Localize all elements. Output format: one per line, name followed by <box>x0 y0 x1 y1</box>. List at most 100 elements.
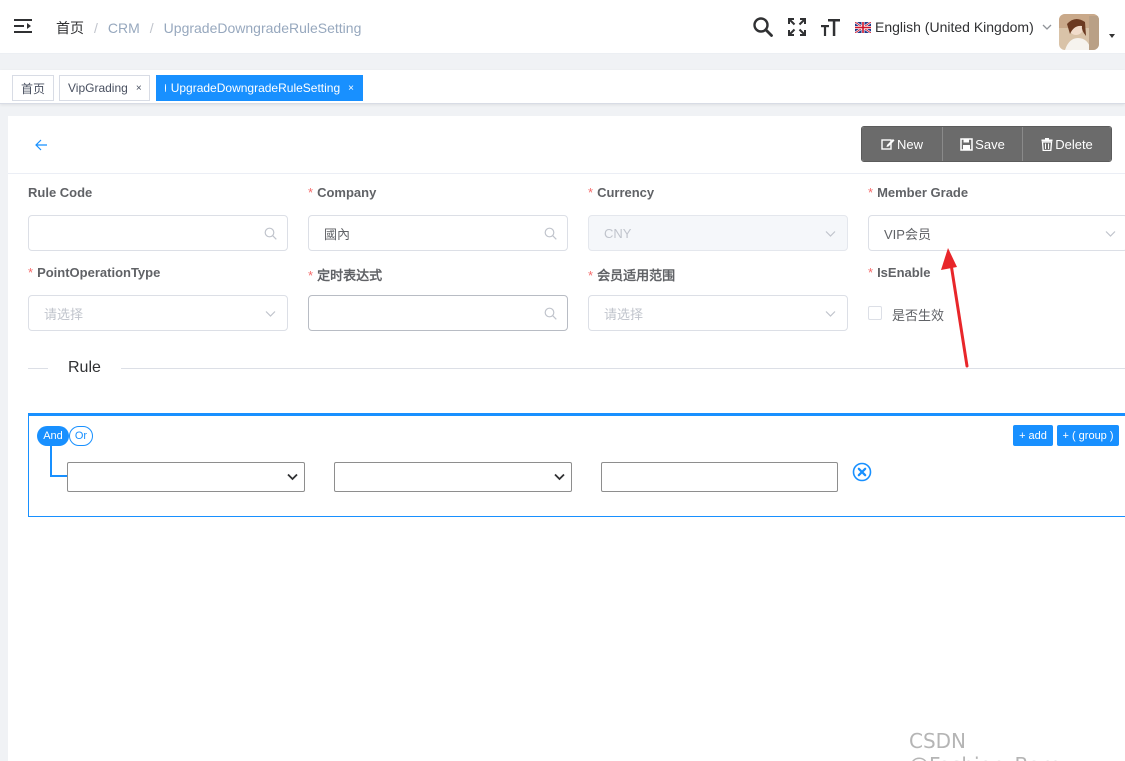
breadcrumb-current: UpgradeDowngradeRuleSetting <box>163 20 362 36</box>
cron-expression-label-text: 定时表达式 <box>317 268 383 283</box>
tag-upgrade-downgrade-rule-setting[interactable]: UpgradeDowngradeRuleSetting × <box>156 75 363 101</box>
point-operation-type-select[interactable]: 请选择 <box>28 295 288 331</box>
tag-home[interactable]: 首页 <box>12 75 54 101</box>
rule-divider-left <box>28 368 48 369</box>
is-enable-checkbox[interactable] <box>868 306 882 320</box>
fullscreen-icon[interactable] <box>786 16 808 38</box>
chevron-down-icon <box>287 473 298 481</box>
rule-setting-card: New Save Delete Rule Code * Company * Cu… <box>8 116 1125 761</box>
cron-expression-label: * 定时表达式 <box>308 265 382 284</box>
save-button-label: Save <box>975 136 1005 152</box>
font-size-icon[interactable] <box>819 16 841 38</box>
hamburger-menu-icon[interactable] <box>14 18 32 34</box>
rule-branch-connector <box>50 446 67 477</box>
avatar-dropdown-caret-icon[interactable] <box>1109 34 1115 38</box>
user-avatar[interactable] <box>1059 14 1099 50</box>
language-label: English (United Kingdom) <box>875 19 1034 35</box>
back-arrow-icon[interactable] <box>34 138 48 152</box>
breadcrumb: 首页 / CRM / UpgradeDowngradeRuleSetting <box>56 18 361 38</box>
breadcrumb-home[interactable]: 首页 <box>56 18 84 38</box>
required-asterisk: * <box>868 185 874 200</box>
tag-label: VipGrading <box>68 81 128 95</box>
language-selector[interactable]: English (United Kingdom) <box>855 19 1052 35</box>
company-input[interactable]: 國內 <box>308 215 568 251</box>
rule-code-input[interactable] <box>28 215 288 251</box>
add-group-button[interactable]: + ( group ) <box>1057 425 1119 446</box>
member-scope-placeholder: 请选择 <box>604 306 644 322</box>
rule-code-label-text: Rule Code <box>28 185 93 200</box>
point-operation-type-label-text: PointOperationType <box>37 265 161 280</box>
active-tag-dot-icon <box>165 84 166 92</box>
or-toggle-button[interactable]: Or <box>69 426 93 446</box>
rule-field-select[interactable] <box>67 462 305 492</box>
currency-label: * Currency <box>588 185 654 200</box>
tag-close-icon[interactable]: × <box>348 83 354 94</box>
member-grade-label: * Member Grade <box>868 185 968 200</box>
required-asterisk: * <box>588 268 594 283</box>
required-asterisk: * <box>868 265 874 280</box>
delete-button[interactable]: Delete <box>1023 127 1111 161</box>
currency-select: CNY <box>588 215 848 251</box>
tag-label: UpgradeDowngradeRuleSetting <box>170 81 341 95</box>
chevron-down-icon <box>265 311 276 317</box>
rule-code-label: Rule Code <box>28 185 92 200</box>
breadcrumb-separator: / <box>149 20 154 36</box>
edit-icon <box>881 139 895 150</box>
new-button-label: New <box>896 136 923 152</box>
chevron-down-icon <box>554 473 565 481</box>
cron-expression-input[interactable] <box>308 295 568 331</box>
save-button[interactable]: Save <box>943 127 1023 161</box>
chevron-down-icon <box>825 231 836 237</box>
toolbar-button-group: New Save Delete <box>861 126 1112 162</box>
breadcrumb-separator: / <box>94 20 98 36</box>
chevron-down-icon <box>825 311 836 317</box>
rule-operator-select[interactable] <box>334 462 572 492</box>
search-icon[interactable] <box>264 227 277 240</box>
required-asterisk: * <box>28 265 34 280</box>
search-icon[interactable] <box>544 227 557 240</box>
new-button[interactable]: New <box>862 127 943 161</box>
breadcrumb-crm[interactable]: CRM <box>108 20 140 36</box>
tag-vipgrading[interactable]: VipGrading × <box>59 75 150 101</box>
watermark-text: CSDN @Fashion_Barry <box>909 729 1068 761</box>
member-scope-label-text: 会员适用范围 <box>597 268 676 283</box>
member-grade-label-text: Member Grade <box>877 185 969 200</box>
point-operation-type-placeholder: 请选择 <box>44 306 84 322</box>
tag-close-icon[interactable]: × <box>136 83 142 94</box>
rule-value-input[interactable] <box>601 462 838 492</box>
is-enable-checkbox-label[interactable]: 是否生效 <box>892 305 944 324</box>
company-label-text: Company <box>317 185 377 200</box>
is-enable-label: * IsEnable <box>868 265 931 280</box>
member-grade-value: VIP会员 <box>884 226 931 242</box>
card-header-divider <box>8 173 1125 174</box>
company-value: 國內 <box>324 226 351 242</box>
point-operation-type-label: * PointOperationType <box>28 265 160 280</box>
and-toggle-button[interactable]: And <box>37 426 69 446</box>
add-rule-button[interactable]: + add <box>1013 425 1053 446</box>
search-icon[interactable] <box>752 16 774 38</box>
member-scope-select[interactable]: 请选择 <box>588 295 848 331</box>
tags-view-bar: 首页 VipGrading × UpgradeDowngradeRuleSett… <box>0 70 1125 104</box>
delete-button-label: Delete <box>1055 136 1093 152</box>
rule-divider-right <box>121 368 1125 369</box>
required-asterisk: * <box>308 185 314 200</box>
member-grade-select[interactable]: VIP会员 <box>868 215 1125 251</box>
member-scope-label: * 会员适用范围 <box>588 265 675 284</box>
save-icon <box>960 137 973 151</box>
top-navbar: 首页 / CRM / UpgradeDowngradeRuleSetting E… <box>0 0 1125 54</box>
required-asterisk: * <box>308 268 314 283</box>
rule-query-builder: And Or + add + ( group ) <box>28 413 1125 517</box>
remove-rule-icon[interactable] <box>852 462 872 482</box>
chevron-down-icon <box>1042 24 1052 30</box>
rule-section-title: Rule <box>68 359 101 376</box>
is-enable-label-text: IsEnable <box>877 265 931 280</box>
uk-flag-icon <box>855 21 871 33</box>
currency-value: CNY <box>604 225 632 241</box>
trash-icon <box>1041 137 1053 151</box>
chevron-down-icon <box>1105 231 1116 237</box>
required-asterisk: * <box>588 185 594 200</box>
tag-label: 首页 <box>21 81 46 96</box>
currency-label-text: Currency <box>597 185 655 200</box>
search-icon[interactable] <box>544 307 557 320</box>
company-label: * Company <box>308 185 376 200</box>
